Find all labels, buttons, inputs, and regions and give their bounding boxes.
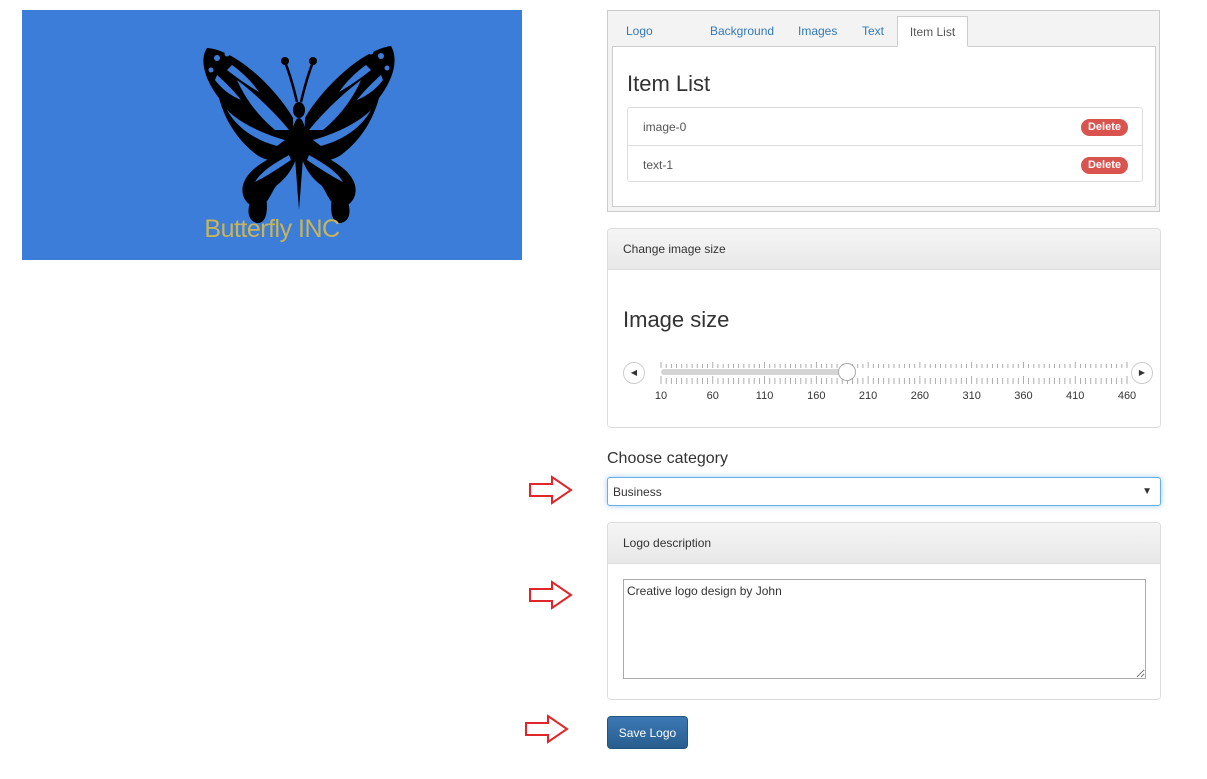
logo-canvas: Butterfly INC [22,10,522,260]
tab-images[interactable]: Images [798,16,837,47]
delete-button[interactable]: Delete [1080,119,1128,136]
editor-tabs-panel: Logo Sizes Background Images Text Item L… [607,10,1160,212]
chevron-down-icon: ▼ [1142,486,1152,497]
description-panel: Logo description Creative logo design by… [607,522,1161,700]
slider-tick-label: 360 [1014,390,1033,402]
tab-item-list[interactable]: Item List [897,16,968,47]
slider-tick-label: 310 [962,390,981,402]
delete-button[interactable]: Delete [1080,157,1128,174]
item-name: text-1 [643,158,674,172]
list-item[interactable]: image-0 Delete [628,108,1142,145]
slider-tick-label: 10 [654,390,668,402]
item-list-tab-content: Item List image-0 Delete text-1 Delete [612,46,1156,207]
annotation-arrow-icon [529,580,573,610]
tab-text[interactable]: Text [862,16,884,47]
logo-text[interactable]: Butterfly INC [22,215,522,244]
category-select[interactable]: Business ▼ [607,477,1161,506]
butterfly-image [203,46,395,224]
annotation-arrow-icon [525,714,569,744]
slider-tick-label: 160 [807,390,826,402]
slider-tick-label: 260 [910,390,930,402]
tab-logo-sizes[interactable]: Logo Sizes [626,16,655,69]
description-heading: Logo description [608,523,1160,564]
item-name: image-0 [643,120,687,134]
slider-tick-label: 60 [706,390,719,402]
slider-tick-label: 210 [858,390,878,402]
slider-tick-label: 110 [755,390,774,402]
description-textarea[interactable]: Creative logo design by John [623,579,1146,679]
image-size-panel: Change image size Image size ◀ 10 60 110 16… [607,228,1161,428]
list-item[interactable]: text-1 Delete [628,145,1142,182]
slider-tick-label: 410 [1066,390,1085,402]
tab-background[interactable]: Background [710,16,774,47]
arrow-right-icon[interactable]: ▶ [1131,362,1153,384]
annotation-arrow-icon [529,475,573,505]
category-selected-value: Business [613,485,662,499]
item-list: image-0 Delete text-1 Delete [627,107,1143,182]
save-logo-button[interactable]: Save Logo [607,716,688,749]
category-label: Choose category [607,450,728,467]
slider-tick-label: 460 [1117,390,1137,402]
item-list-title: Item List [627,71,711,96]
